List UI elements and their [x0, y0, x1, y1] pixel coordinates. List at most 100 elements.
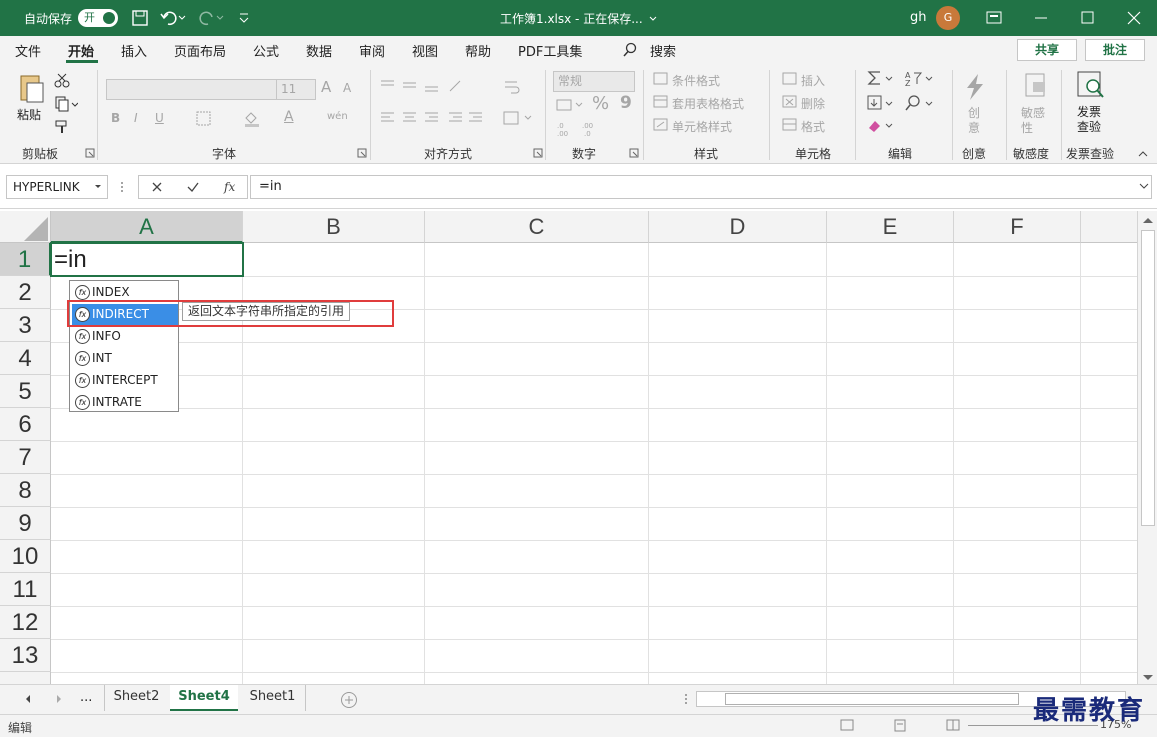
clipboard-launcher-icon[interactable]	[85, 148, 95, 158]
create-button[interactable]: 创意	[968, 106, 980, 136]
clear-icon[interactable]	[866, 118, 896, 134]
font-size-combo[interactable]: 11	[276, 79, 316, 100]
expand-formula-icon[interactable]	[1138, 180, 1150, 192]
merge-center-icon[interactable]	[503, 110, 533, 126]
scroll-up-icon[interactable]	[1142, 216, 1154, 224]
avatar[interactable]: G	[936, 6, 960, 30]
customize-qat-icon[interactable]	[238, 9, 250, 27]
format-cells-icon[interactable]	[782, 118, 798, 132]
row-header-4[interactable]: 4	[0, 342, 51, 375]
row-header-11[interactable]: 11	[0, 573, 51, 606]
fill-color-icon[interactable]	[243, 110, 265, 128]
drag-handle-icon[interactable]	[120, 179, 124, 195]
share-button[interactable]: 共享	[1017, 39, 1077, 61]
orientation-icon[interactable]	[448, 78, 470, 94]
row-header-6[interactable]: 6	[0, 408, 51, 441]
percent-button[interactable]: %	[592, 93, 609, 114]
row-header-3[interactable]: 3	[0, 309, 51, 342]
tab-help[interactable]: 帮助	[465, 41, 491, 60]
cut-icon[interactable]	[54, 72, 70, 88]
column-header-c[interactable]: C	[425, 211, 649, 243]
align-left-icon[interactable]	[380, 110, 450, 126]
cancel-icon[interactable]	[150, 180, 164, 194]
column-header-f[interactable]: F	[954, 211, 1081, 243]
collapse-ribbon-icon[interactable]	[1137, 149, 1149, 159]
tab-insert[interactable]: 插入	[121, 41, 147, 60]
increase-decimal-icon[interactable]: .0.00.00.0	[556, 120, 606, 138]
comma-style-button[interactable]: 9	[620, 93, 632, 113]
alignment-launcher-icon[interactable]	[533, 148, 543, 158]
row-header-13[interactable]: 13	[0, 639, 51, 672]
add-sheet-icon[interactable]	[340, 691, 358, 709]
name-box-dropdown-icon[interactable]	[93, 176, 103, 198]
sheet-tab-sheet4[interactable]: Sheet4	[170, 685, 238, 711]
tab-pdf-tools[interactable]: PDF工具集	[518, 41, 582, 60]
insert-cells-icon[interactable]	[782, 72, 798, 86]
font-name-combo[interactable]	[106, 79, 278, 100]
page-break-view-icon[interactable]	[946, 719, 960, 732]
normal-view-icon[interactable]	[840, 719, 854, 732]
font-color-button[interactable]: A	[284, 109, 294, 125]
column-header-a[interactable]: A	[51, 211, 243, 243]
user-name[interactable]: gh	[910, 10, 927, 25]
row-header-12[interactable]: 12	[0, 606, 51, 639]
bold-button[interactable]: B	[111, 111, 120, 125]
column-header-b[interactable]: B	[243, 211, 425, 243]
fill-icon[interactable]	[866, 94, 896, 112]
grow-font-button[interactable]: A	[321, 78, 331, 96]
undo-icon[interactable]	[160, 9, 186, 27]
select-all-corner[interactable]	[0, 211, 51, 243]
tab-view[interactable]: 视图	[412, 41, 438, 60]
cell-styles-button[interactable]: 单元格样式	[672, 118, 732, 135]
shrink-font-button[interactable]: A	[343, 81, 351, 95]
font-launcher-icon[interactable]	[357, 148, 367, 158]
next-sheet-icon[interactable]	[55, 694, 63, 704]
close-icon[interactable]	[1126, 10, 1142, 26]
sensitivity-button[interactable]: 敏感性	[1021, 106, 1047, 136]
ribbon-display-icon[interactable]	[986, 10, 1002, 26]
name-box[interactable]: HYPERLINK	[6, 175, 108, 199]
phonetic-button[interactable]: wén	[327, 111, 348, 122]
row-header-7[interactable]: 7	[0, 441, 51, 474]
format-table-icon[interactable]	[653, 95, 669, 109]
horizontal-scroll-thumb[interactable]	[725, 693, 1019, 705]
enter-check-icon[interactable]	[186, 180, 200, 194]
column-header-e[interactable]: E	[827, 211, 954, 243]
minimize-icon[interactable]	[1033, 10, 1049, 26]
autosave-toggle[interactable]: 开	[78, 9, 118, 27]
delete-cells-icon[interactable]	[782, 95, 798, 109]
more-sheets-button[interactable]: ...	[80, 690, 92, 705]
tab-home[interactable]: 开始	[68, 41, 94, 60]
title-dropdown-icon[interactable]	[648, 9, 658, 27]
row-header-8[interactable]: 8	[0, 474, 51, 507]
scroll-thumb[interactable]	[1141, 230, 1155, 526]
indent-icon[interactable]	[448, 110, 488, 126]
sheet-tab-sheet1[interactable]: Sheet1	[240, 685, 306, 711]
currency-icon[interactable]	[556, 97, 586, 113]
comment-button[interactable]: 批注	[1085, 39, 1145, 61]
underline-button[interactable]: U	[155, 111, 164, 125]
autocomplete-item-intrate[interactable]: fx INTRATE	[72, 392, 178, 413]
row-header-9[interactable]: 9	[0, 507, 51, 540]
autocomplete-item-intercept[interactable]: fx INTERCEPT	[72, 370, 178, 391]
format-painter-icon[interactable]	[54, 119, 70, 135]
row-header-1[interactable]: 1	[0, 243, 51, 276]
tab-page-layout[interactable]: 页面布局	[174, 41, 226, 60]
row-header-2[interactable]: 2	[0, 276, 51, 309]
conditional-format-button[interactable]: 条件格式	[672, 72, 720, 89]
copy-icon[interactable]	[54, 96, 78, 112]
border-icon[interactable]	[196, 111, 218, 127]
tab-file[interactable]: 文件	[15, 41, 41, 60]
sort-filter-icon[interactable]: AZ	[904, 69, 934, 87]
prev-sheet-icon[interactable]	[24, 694, 32, 704]
maximize-icon[interactable]	[1080, 10, 1096, 26]
lightning-icon[interactable]	[962, 72, 988, 102]
conditional-format-icon[interactable]	[653, 72, 669, 86]
invoice-check-button[interactable]: 发票查验	[1077, 105, 1103, 135]
tab-data[interactable]: 数据	[306, 41, 332, 60]
autosum-icon[interactable]	[866, 69, 896, 87]
paste-button[interactable]: 粘贴	[17, 106, 41, 123]
row-header-14[interactable]	[0, 672, 51, 684]
sensitivity-icon[interactable]	[1022, 70, 1048, 100]
formula-input[interactable]: =in	[250, 175, 1152, 199]
